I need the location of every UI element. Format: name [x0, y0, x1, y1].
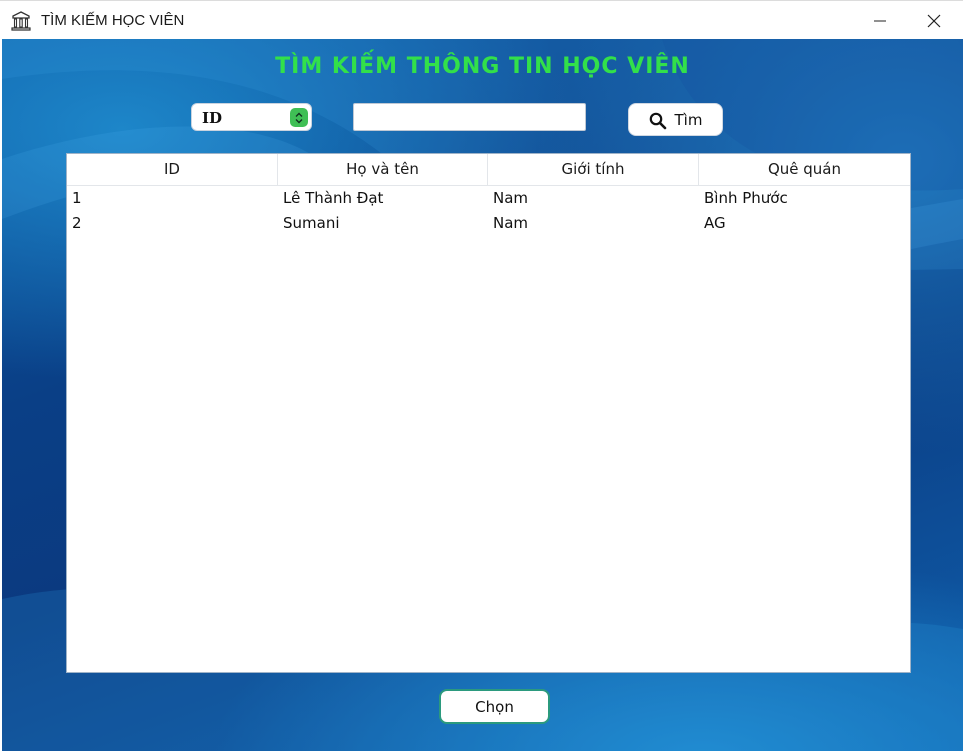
cell-id: 1 — [72, 189, 82, 207]
close-button[interactable] — [911, 1, 957, 40]
table-row[interactable]: 2 Sumani Nam AG — [67, 211, 910, 236]
search-field-selected-value: ID — [202, 109, 223, 127]
search-panel: TÌM KIẾM THÔNG TIN HỌC VIÊN ID Tìm ID Họ… — [2, 39, 963, 751]
cell-gender: Nam — [493, 189, 529, 207]
column-header-full-name[interactable]: Họ và tên — [278, 154, 488, 185]
title-bar[interactable]: TÌM KIẾM HỌC VIÊN — [0, 0, 963, 39]
chevron-updown-icon — [290, 108, 308, 127]
search-button[interactable]: Tìm — [628, 103, 723, 136]
cell-gender: Nam — [493, 214, 529, 232]
minimize-icon — [874, 20, 886, 21]
app-window: TÌM KIẾM HỌC VIÊN TÌM KIẾM THÔNG TIN HỌC… — [0, 0, 963, 751]
cell-hometown: AG — [704, 214, 726, 232]
results-table[interactable]: ID Họ và tên Giới tính Quê quán 1 Lê Thà… — [66, 153, 911, 673]
search-field-select[interactable]: ID — [191, 103, 312, 131]
cell-id: 2 — [72, 214, 82, 232]
close-icon — [927, 14, 941, 27]
column-header-hometown[interactable]: Quê quán — [699, 154, 910, 185]
column-header-gender[interactable]: Giới tính — [488, 154, 699, 185]
choose-button[interactable]: Chọn — [439, 689, 550, 724]
page-heading: TÌM KIẾM THÔNG TIN HỌC VIÊN — [275, 54, 690, 79]
book-building-icon — [11, 11, 31, 31]
table-header: ID Họ và tên Giới tính Quê quán — [67, 154, 910, 186]
search-button-label: Tìm — [674, 110, 703, 129]
cell-full-name: Lê Thành Đạt — [283, 189, 384, 207]
column-header-id[interactable]: ID — [67, 154, 278, 185]
table-row[interactable]: 1 Lê Thành Đạt Nam Bình Phước — [67, 186, 910, 211]
table-body: 1 Lê Thành Đạt Nam Bình Phước 2 Sumani N… — [67, 186, 910, 236]
cell-full-name: Sumani — [283, 214, 340, 232]
window-title: TÌM KIẾM HỌC VIÊN — [41, 12, 185, 29]
search-icon — [649, 112, 666, 129]
minimize-button[interactable] — [857, 1, 903, 40]
search-input[interactable] — [353, 103, 586, 131]
cell-hometown: Bình Phước — [704, 189, 788, 207]
